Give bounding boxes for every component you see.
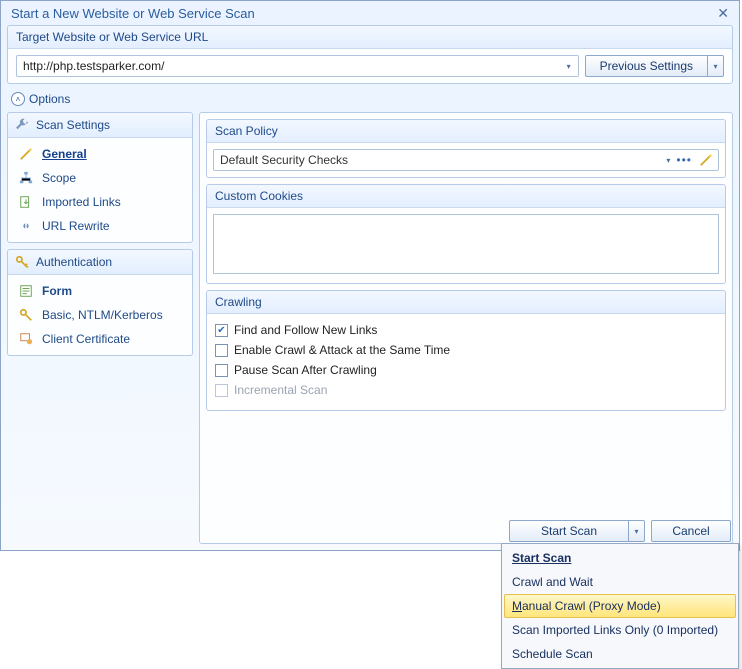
key-icon	[18, 307, 34, 323]
cancel-button[interactable]: Cancel	[651, 520, 731, 542]
menu-item[interactable]: Manual Crawl (Proxy Mode)	[504, 594, 736, 618]
authentication-group: Authentication Form Basic, NTLM/Kerberos C…	[7, 249, 193, 356]
form-icon	[18, 283, 34, 299]
cookies-section: Custom Cookies	[206, 184, 726, 284]
previous-settings-dropdown[interactable]: ▾	[708, 55, 724, 77]
crawl-option-label: Find and Follow New Links	[234, 323, 377, 337]
cookies-header: Custom Cookies	[207, 185, 725, 208]
chevron-down-icon: ▾	[634, 527, 638, 536]
start-scan-menu: Start Scan Crawl and Wait Manual Crawl (Pr…	[501, 543, 739, 669]
dialog-title: Start a New Website or Web Service Scan	[11, 6, 255, 21]
sidebar-item-label: Form	[42, 284, 72, 298]
sidebar-item-imported-links[interactable]: Imported Links	[8, 190, 192, 214]
cookies-textarea[interactable]	[213, 214, 719, 274]
options-label: Options	[29, 92, 70, 106]
crawl-option: Incremental Scan	[215, 380, 717, 400]
wrench-icon	[14, 117, 30, 133]
crawl-option-label: Pause Scan After Crawling	[234, 363, 377, 377]
scan-policy-header: Scan Policy	[207, 120, 725, 143]
menu-item-label: Crawl and Wait	[512, 575, 593, 589]
menu-item-label: Manual Crawl (Proxy Mode)	[512, 599, 661, 613]
sidebar-item-client-certificate[interactable]: Client Certificate	[8, 327, 192, 351]
url-dropdown-arrow-icon[interactable]: ▾	[560, 56, 578, 76]
crawling-header: Crawling	[207, 291, 725, 314]
sidebar-item-label: Imported Links	[42, 195, 121, 209]
url-input[interactable]	[16, 55, 579, 77]
crawl-option[interactable]: Enable Crawl & Attack at the Same Time	[215, 340, 717, 360]
scan-policy-select[interactable]: Default Security Checks ▾ •••	[213, 149, 719, 171]
sitemap-icon	[18, 170, 34, 186]
menu-item-label: Start Scan	[512, 551, 571, 565]
menu-item[interactable]: Start Scan	[504, 546, 736, 570]
start-scan-split: Start Scan ▾	[509, 520, 645, 542]
dialog-footer: Start Scan ▾ Cancel	[509, 520, 731, 542]
key-icon	[14, 254, 30, 270]
checkbox-icon	[215, 364, 228, 377]
menu-item[interactable]: Scan Imported Links Only (0 Imported)	[504, 618, 736, 642]
crawl-option-label: Incremental Scan	[234, 383, 327, 397]
sidebar: Scan Settings General Scope Imported Links…	[7, 112, 193, 544]
sidebar-item-url-rewrite[interactable]: URL Rewrite	[8, 214, 192, 238]
crawl-option[interactable]: ✔ Find and Follow New Links	[215, 320, 717, 340]
policy-wand-icon[interactable]	[698, 153, 714, 167]
sidebar-item-basic-ntlm-kerberos[interactable]: Basic, NTLM/Kerberos	[8, 303, 192, 327]
menu-item-label: Schedule Scan	[512, 647, 593, 661]
options-toggle[interactable]: ˄ Options	[7, 90, 733, 112]
cert-icon	[18, 331, 34, 347]
checkbox-icon	[215, 384, 228, 397]
scan-settings-header: Scan Settings	[36, 118, 110, 132]
start-scan-button[interactable]: Start Scan	[509, 520, 629, 542]
sidebar-item-form[interactable]: Form	[8, 279, 192, 303]
wand-icon	[18, 146, 34, 162]
menu-item[interactable]: Schedule Scan	[504, 642, 736, 666]
target-panel-header: Target Website or Web Service URL	[8, 26, 732, 49]
import-icon	[18, 194, 34, 210]
scan-settings-group: Scan Settings General Scope Imported Links…	[7, 112, 193, 243]
sidebar-item-scope[interactable]: Scope	[8, 166, 192, 190]
sidebar-item-label: URL Rewrite	[42, 219, 110, 233]
titlebar: Start a New Website or Web Service Scan …	[1, 1, 739, 25]
scan-policy-value: Default Security Checks	[220, 153, 348, 167]
chevron-down-icon: ▾	[713, 62, 717, 71]
crawl-option-label: Enable Crawl & Attack at the Same Time	[234, 343, 450, 357]
previous-settings-button[interactable]: Previous Settings	[585, 55, 708, 77]
collapse-icon: ˄	[11, 92, 25, 106]
crawl-option[interactable]: Pause Scan After Crawling	[215, 360, 717, 380]
sidebar-item-general[interactable]: General	[8, 142, 192, 166]
menu-item-label: Scan Imported Links Only (0 Imported)	[512, 623, 718, 637]
dialog-window: Start a New Website or Web Service Scan …	[0, 0, 740, 551]
sidebar-item-label: General	[42, 147, 87, 161]
target-panel: Target Website or Web Service URL ▾ Prev…	[7, 25, 733, 84]
link-icon	[18, 218, 34, 234]
close-icon[interactable]: ✕	[713, 5, 733, 22]
previous-settings-split: Previous Settings ▾	[585, 55, 724, 77]
authentication-header: Authentication	[36, 255, 112, 269]
checkbox-icon	[215, 344, 228, 357]
crawling-section: Crawling ✔ Find and Follow New Links Enabl…	[206, 290, 726, 411]
sidebar-item-label: Client Certificate	[42, 332, 130, 346]
start-scan-dropdown[interactable]: ▾	[629, 520, 645, 542]
sidebar-item-label: Scope	[42, 171, 76, 185]
scan-policy-section: Scan Policy Default Security Checks ▾ ••…	[206, 119, 726, 178]
sidebar-item-label: Basic, NTLM/Kerberos	[42, 308, 163, 322]
checkbox-icon: ✔	[215, 324, 228, 337]
content-panel: Scan Policy Default Security Checks ▾ ••…	[199, 112, 733, 544]
policy-browse-button[interactable]: •••	[670, 153, 698, 167]
menu-item[interactable]: Crawl and Wait	[504, 570, 736, 594]
